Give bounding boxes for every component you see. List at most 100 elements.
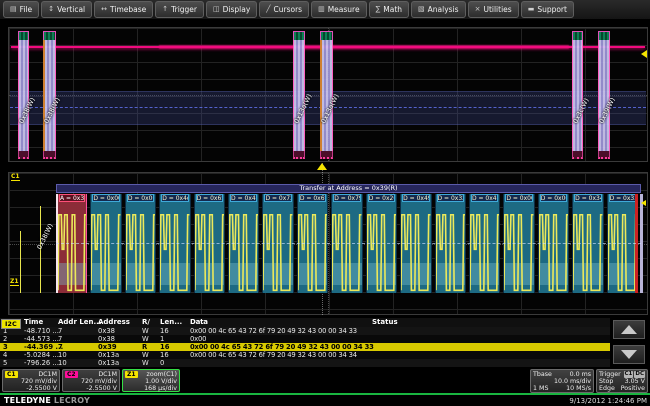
- table-cell-time: -796.26 ...: [24, 359, 58, 367]
- decode-byte-label: D = 0x34: [574, 194, 601, 202]
- column-header: Data: [190, 318, 372, 327]
- vdiv-label: 1.00 V/div: [145, 378, 177, 385]
- c1-scl-zoom-trace: [332, 202, 361, 293]
- vdiv-label: 720 mV/div: [81, 378, 117, 385]
- menu-button-trigger[interactable]: ↑Trigger: [155, 1, 204, 18]
- decode-table: TimeAddr Len...AddressR/Len...DataStatus…: [0, 318, 610, 367]
- menu-button-support[interactable]: ▬Support: [521, 1, 574, 18]
- table-cell-rw: W: [142, 327, 160, 335]
- channel-descriptor-c2[interactable]: C2DC1M 720 mV/div -2.5500 V: [62, 369, 120, 392]
- c1-scl-zoom-trace: [401, 202, 430, 293]
- table-row[interactable]: 2-44.573 ...70x38W10x00: [0, 335, 610, 343]
- table-cell-data: 0x00 00 4c 65 43 72 6f 79 20 49 32 43 00…: [190, 327, 372, 335]
- c1-scl-zoom-trace: [367, 202, 396, 293]
- table-cell-num: 3: [0, 343, 24, 351]
- column-header: Addr Len...: [58, 318, 98, 327]
- channel-descriptor-z1[interactable]: Z1zoom(C1) 1.00 V/div 168 µs/div: [122, 369, 180, 392]
- table-scroll-up-button[interactable]: [613, 320, 645, 339]
- bar-ack-cap: [18, 31, 29, 40]
- decode-transaction-bar: 0x38(W): [43, 31, 56, 159]
- c1-zero-level-marker[interactable]: C1: [11, 173, 20, 181]
- table-cell-address: 0x13a: [98, 359, 142, 367]
- decode-byte-label: D = 0x32: [437, 194, 464, 202]
- bar-base-cap: [572, 151, 583, 159]
- decode-byte-label: D = 0x00: [505, 194, 532, 202]
- timebase-label: Tbase: [533, 371, 552, 378]
- brand-primary: TELEDYNE: [4, 396, 51, 405]
- menu-button-label: Measure: [328, 5, 360, 14]
- table-cell-addr_len: 10: [58, 359, 98, 367]
- timebase-descriptor[interactable]: Tbase0.0 ms 10.0 ms/div 1 MS10 MS/s: [530, 369, 594, 393]
- main-waveform-grid[interactable]: C1 0x38(W)0x38(W)0x13a(W)0x13a(W)0x3c(W)…: [8, 27, 648, 162]
- menu-button-utilities[interactable]: ×Utilities: [468, 1, 519, 18]
- table-row[interactable]: 5-796.26 ...100x13aW0: [0, 359, 610, 367]
- zoom-waveform-grid[interactable]: Transfer at Address = 0x39(R) 0x38(W) Z1…: [8, 172, 648, 315]
- decode-byte-label: D = 0x49: [402, 194, 429, 202]
- trigger-descriptor[interactable]: TriggerC1DC Stop3.05 V EdgePositive: [596, 369, 648, 393]
- menu-button-analysis[interactable]: ▧Analysis: [411, 1, 466, 18]
- trigger-mode: Stop: [599, 378, 613, 385]
- decode-byte-label: D = 0x00: [92, 194, 119, 202]
- table-row[interactable]: 1-48.710 ...70x38W160x00 00 4c 65 43 72 …: [0, 327, 610, 335]
- timebase-delay: 0.0 ms: [570, 371, 591, 378]
- menu-bar: ▤File↕Vertical↔Timebase↑Trigger◫Display╱…: [0, 0, 650, 20]
- menu-button-label: Timebase: [110, 5, 146, 14]
- table-cell-len: 0: [160, 359, 190, 367]
- table-cell-time: -44.369 ...: [24, 343, 58, 351]
- measure-icon: ▥: [318, 6, 325, 13]
- menu-button-label: Analysis: [428, 5, 459, 14]
- menu-button-measure[interactable]: ▥Measure: [311, 1, 367, 18]
- decode-byte-label: D = 0x65: [196, 194, 223, 202]
- trigger-level-arrow[interactable]: [641, 50, 647, 58]
- column-header: Address: [98, 318, 142, 327]
- zoom-source-label: zoom(C1): [147, 371, 177, 378]
- decode-byte-label: D = 0x00: [127, 194, 154, 202]
- decode-transaction-bar: 0x13a(W): [293, 31, 305, 159]
- menu-button-cursors[interactable]: ╱Cursors: [259, 1, 309, 18]
- table-cell-data: [190, 359, 372, 367]
- decode-transaction-bar: 0x3c(W): [572, 31, 583, 159]
- channel-descriptor-c1[interactable]: C1DC1M 720 mV/div -2.5500 V: [2, 369, 60, 392]
- table-cell-len: 16: [160, 343, 190, 351]
- z1-zero-level-marker[interactable]: Z1: [10, 278, 19, 286]
- zoom-level-arrow[interactable]: [641, 200, 646, 206]
- decode-byte-label: D = 0x79: [333, 194, 360, 202]
- table-cell-time: -44.573 ...: [24, 335, 58, 343]
- bar-base-cap: [18, 151, 29, 159]
- table-cell-addr_len: 10: [58, 351, 98, 359]
- menu-button-timebase[interactable]: ↔Timebase: [94, 1, 153, 18]
- table-cell-len: 16: [160, 351, 190, 359]
- c1-scl-zoom-trace: [160, 202, 189, 293]
- table-cell-num: 5: [0, 359, 24, 367]
- menu-button-math[interactable]: ∑Math: [369, 1, 409, 18]
- bar-body: [293, 40, 305, 151]
- menu-button-label: Utilities: [483, 5, 511, 14]
- bar-ack-cap: [293, 31, 305, 40]
- menu-button-label: Support: [537, 5, 567, 14]
- column-header: R/: [142, 318, 160, 327]
- trigger-position-marker[interactable]: [317, 163, 327, 170]
- menu-button-vertical[interactable]: ↕Vertical: [41, 1, 92, 18]
- column-header: Len...: [160, 318, 190, 327]
- protocol-badge[interactable]: I2C: [1, 319, 21, 329]
- decode-byte-label: D = 0x72: [264, 194, 291, 202]
- table-row[interactable]: 3-44.369 ...70x39R160x00 00 4c 65 43 72 …: [0, 343, 610, 351]
- arrow-down-icon: [621, 350, 637, 359]
- trigger-level: 3.05 V: [625, 378, 645, 385]
- trigger-source-badge: C1: [624, 371, 634, 378]
- c1-scl-zoom-trace: [298, 202, 327, 293]
- table-row[interactable]: 4-5.0284 ...100x13aW160x00 00 4c 65 43 7…: [0, 351, 610, 359]
- trigger-label: Trigger: [599, 371, 621, 378]
- c1-scl-zoom-trace: [573, 202, 602, 293]
- table-cell-rw: W: [142, 351, 160, 359]
- table-cell-len: 16: [160, 327, 190, 335]
- menu-button-display[interactable]: ◫Display: [206, 1, 257, 18]
- table-scroll-down-button[interactable]: [613, 345, 645, 364]
- oscilloscope-screen: ▤File↕Vertical↔Timebase↑Trigger◫Display╱…: [0, 0, 650, 406]
- table-cell-data: 0x00 00 4c 65 43 72 6f 79 20 49 32 43 00…: [190, 351, 372, 359]
- menu-button-file[interactable]: ▤File: [3, 1, 39, 18]
- column-header: Status: [372, 318, 610, 327]
- decode-byte-label: D = 0x20: [368, 194, 395, 202]
- table-cell-rw: W: [142, 335, 160, 343]
- math-icon: ∑: [376, 6, 381, 13]
